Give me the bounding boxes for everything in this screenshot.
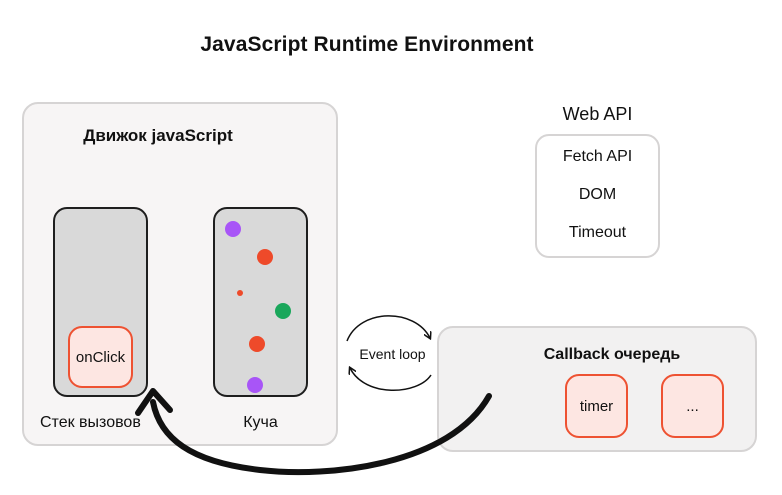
event-loop-arrow-top xyxy=(346,315,430,342)
event-loop-label: Event loop xyxy=(359,346,426,362)
return-arrow xyxy=(150,393,492,476)
arrows-layer xyxy=(135,315,492,476)
event-loop-arrow-bottom xyxy=(350,368,432,391)
